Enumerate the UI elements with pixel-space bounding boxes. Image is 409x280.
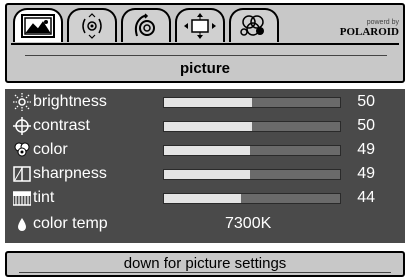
- setting-row-contrast[interactable]: contrast 50: [5, 115, 405, 138]
- tab-screen[interactable]: [175, 8, 225, 42]
- slider-fill: [164, 194, 242, 203]
- setting-value: 49: [357, 141, 375, 158]
- tint-icon: [13, 189, 31, 207]
- setting-row-color[interactable]: color 49: [5, 139, 405, 162]
- tab-setup[interactable]: [121, 8, 171, 42]
- brand-tagline: powerd by: [366, 19, 399, 26]
- brand-name: POLAROID: [339, 26, 399, 38]
- setting-row-sharpness[interactable]: sharpness 49: [5, 163, 405, 186]
- brightness-icon: [13, 93, 31, 111]
- setting-label: brightness: [33, 93, 107, 110]
- setting-label: color: [33, 141, 68, 158]
- picture-icon: [21, 14, 55, 38]
- tab-channel[interactable]: [229, 8, 279, 42]
- setting-slider[interactable]: [163, 193, 341, 204]
- hint-rule: [19, 272, 391, 273]
- channel-icon: [240, 15, 264, 36]
- color-temp-icon: [13, 215, 31, 233]
- color-icon: [13, 141, 31, 159]
- setting-label: tint: [33, 189, 55, 206]
- setup-icon: [134, 13, 155, 37]
- color-temp-value[interactable]: 7300K: [225, 215, 271, 233]
- setting-value: 50: [357, 93, 375, 110]
- setting-slider[interactable]: [163, 169, 341, 180]
- section-title: picture: [179, 60, 230, 77]
- setting-row-tint[interactable]: tint 44: [5, 187, 405, 210]
- setting-row-brightness[interactable]: brightness 50: [5, 91, 405, 114]
- sharpness-icon: [13, 165, 31, 183]
- setting-value: 50: [357, 117, 375, 134]
- slider-fill: [164, 122, 252, 131]
- setting-slider[interactable]: [163, 145, 341, 156]
- slider-fill: [164, 98, 252, 107]
- hint-panel: down for picture settings: [5, 251, 405, 277]
- setting-row-color-temp[interactable]: color temp 7300K: [5, 213, 405, 236]
- tab-divider: [11, 43, 399, 45]
- setting-slider[interactable]: [163, 97, 341, 108]
- tab-picture[interactable]: [13, 8, 63, 42]
- setting-label: color temp: [33, 215, 108, 232]
- tab-audio[interactable]: [67, 8, 117, 42]
- contrast-icon: [13, 117, 31, 135]
- menu-header-panel: powerd by POLAROID picture: [5, 3, 405, 83]
- setting-label: sharpness: [33, 165, 107, 182]
- settings-menu: brightness 50 contrast 50 color 49 sharp…: [5, 89, 405, 243]
- hint-text: down for picture settings: [123, 255, 287, 272]
- slider-fill: [164, 146, 251, 155]
- title-rule-top: [25, 55, 387, 56]
- brand-logo: powerd by POLAROID: [340, 19, 399, 38]
- screen-icon: [184, 13, 216, 39]
- setting-label: contrast: [33, 117, 90, 134]
- setting-value: 49: [357, 165, 375, 182]
- slider-fill: [164, 170, 251, 179]
- audio-icon: [82, 13, 102, 39]
- setting-value: 44: [357, 189, 375, 206]
- setting-slider[interactable]: [163, 121, 341, 132]
